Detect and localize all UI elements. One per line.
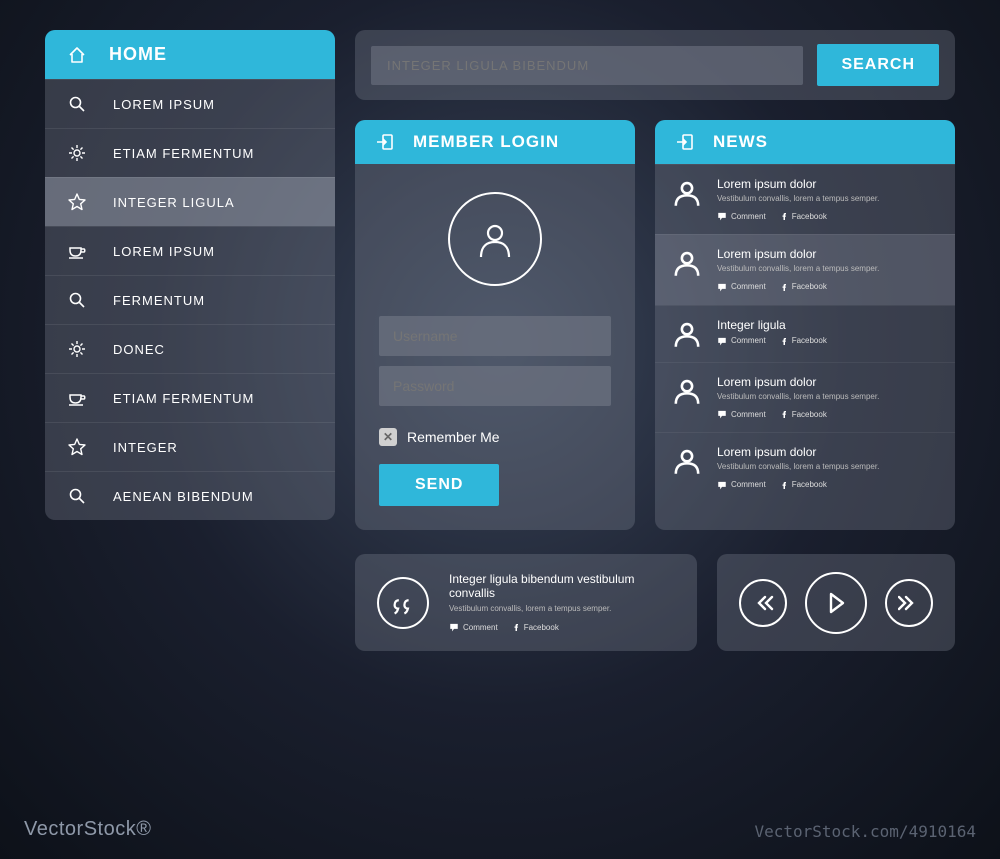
watermark-id: VectorStock.com/4910164 — [754, 822, 976, 841]
comment-link[interactable]: Comment — [717, 282, 766, 292]
next-button[interactable] — [885, 579, 933, 627]
news-title: Lorem ipsum dolor — [717, 445, 939, 459]
gear-icon — [67, 143, 87, 163]
password-input[interactable] — [379, 366, 611, 406]
search-icon — [67, 94, 87, 114]
sidebar-item-label: FERMENTUM — [113, 293, 205, 308]
sidebar-item-donec[interactable]: DONEC — [45, 324, 335, 373]
sidebar-item-label: INTEGER — [113, 440, 178, 455]
comment-link[interactable]: Comment — [717, 211, 766, 221]
sidebar-header-label: HOME — [109, 44, 167, 65]
news-header: NEWS — [655, 120, 955, 164]
sidebar-item-label: ETIAM FERMENTUM — [113, 146, 254, 161]
login-panel: MEMBER LOGIN ✕ Remember Me SEND — [355, 120, 635, 530]
remember-checkbox[interactable]: ✕ — [379, 428, 397, 446]
sidebar-header[interactable]: HOME — [45, 30, 335, 79]
sidebar-item-label: LOREM IPSUM — [113, 244, 215, 259]
search-icon — [67, 290, 87, 310]
quote-box: Integer ligula bibendum vestibulum conva… — [355, 554, 697, 651]
user-icon — [671, 177, 703, 209]
news-title: Lorem ipsum dolor — [717, 375, 939, 389]
sidebar-item-aenean-bibendum[interactable]: AENEAN BIBENDUM — [45, 471, 335, 520]
quote-title: Integer ligula bibendum vestibulum conva… — [449, 572, 675, 600]
sidebar-item-label: DONEC — [113, 342, 165, 357]
user-icon — [671, 375, 703, 407]
facebook-link[interactable]: Facebook — [780, 210, 827, 222]
news-item[interactable]: Lorem ipsum dolor Vestibulum convallis, … — [655, 362, 955, 432]
facebook-link[interactable]: Facebook — [780, 479, 827, 491]
news-subtitle: Vestibulum convallis, lorem a tempus sem… — [717, 392, 939, 402]
star-icon — [67, 437, 87, 457]
avatar-icon — [448, 192, 542, 286]
sidebar-item-lorem-ipsum[interactable]: LOREM IPSUM — [45, 79, 335, 128]
news-subtitle: Vestibulum convallis, lorem a tempus sem… — [717, 462, 939, 472]
comment-link[interactable]: Comment — [717, 336, 766, 346]
facebook-link[interactable]: Facebook — [780, 335, 827, 347]
search-bar: SEARCH — [355, 30, 955, 100]
sidebar-item-label: ETIAM FERMENTUM — [113, 391, 254, 406]
news-subtitle: Vestibulum convallis, lorem a tempus sem… — [717, 194, 939, 204]
news-subtitle: Vestibulum convallis, lorem a tempus sem… — [717, 264, 939, 274]
login-header-label: MEMBER LOGIN — [413, 132, 559, 152]
send-button[interactable]: SEND — [379, 464, 499, 506]
sidebar-item-etiam-fermentum[interactable]: ETIAM FERMENTUM — [45, 128, 335, 177]
login-icon — [375, 132, 395, 152]
media-controls — [717, 554, 955, 651]
user-icon — [671, 247, 703, 279]
quote-icon — [377, 577, 429, 629]
home-icon — [67, 45, 87, 65]
search-button[interactable]: SEARCH — [817, 44, 939, 86]
facebook-link[interactable]: Facebook — [512, 621, 559, 633]
news-title: Integer ligula — [717, 318, 939, 332]
prev-button[interactable] — [739, 579, 787, 627]
username-input[interactable] — [379, 316, 611, 356]
cup-icon — [67, 388, 87, 408]
login-header: MEMBER LOGIN — [355, 120, 635, 164]
quote-subtitle: Vestibulum convallis, lorem a tempus sem… — [449, 604, 675, 613]
gear-icon — [67, 339, 87, 359]
news-title: Lorem ipsum dolor — [717, 177, 939, 191]
star-icon — [67, 192, 87, 212]
remember-label: Remember Me — [407, 429, 500, 445]
sidebar-item-fermentum[interactable]: FERMENTUM — [45, 275, 335, 324]
sidebar-item-label: INTEGER LIGULA — [113, 195, 235, 210]
search-input[interactable] — [371, 46, 803, 85]
login-icon — [675, 132, 695, 152]
sidebar-item-label: AENEAN BIBENDUM — [113, 489, 254, 504]
user-icon — [671, 445, 703, 477]
sidebar: HOME LOREM IPSUM ETIAM FERMENTUM INTEGER… — [45, 30, 335, 520]
news-item[interactable]: Lorem ipsum dolor Vestibulum convallis, … — [655, 164, 955, 234]
comment-link[interactable]: Comment — [449, 622, 498, 632]
news-item[interactable]: Lorem ipsum dolor Vestibulum convallis, … — [655, 234, 955, 304]
news-header-label: NEWS — [713, 132, 768, 152]
comment-link[interactable]: Comment — [717, 409, 766, 419]
news-panel: NEWS Lorem ipsum dolor Vestibulum conval… — [655, 120, 955, 530]
sidebar-item-label: LOREM IPSUM — [113, 97, 215, 112]
sidebar-item-integer[interactable]: INTEGER — [45, 422, 335, 471]
search-icon — [67, 486, 87, 506]
news-title: Lorem ipsum dolor — [717, 247, 939, 261]
comment-link[interactable]: Comment — [717, 480, 766, 490]
facebook-link[interactable]: Facebook — [780, 408, 827, 420]
watermark-vectorstock: VectorStock® — [24, 818, 151, 841]
sidebar-item-integer-ligula[interactable]: INTEGER LIGULA — [45, 177, 335, 226]
news-item[interactable]: Integer ligula Comment Facebook — [655, 305, 955, 362]
sidebar-item-etiam-fermentum-2[interactable]: ETIAM FERMENTUM — [45, 373, 335, 422]
news-item[interactable]: Lorem ipsum dolor Vestibulum convallis, … — [655, 432, 955, 502]
facebook-link[interactable]: Facebook — [780, 281, 827, 293]
user-icon — [671, 318, 703, 350]
play-button[interactable] — [805, 572, 867, 634]
sidebar-item-lorem-ipsum-2[interactable]: LOREM IPSUM — [45, 226, 335, 275]
cup-icon — [67, 241, 87, 261]
